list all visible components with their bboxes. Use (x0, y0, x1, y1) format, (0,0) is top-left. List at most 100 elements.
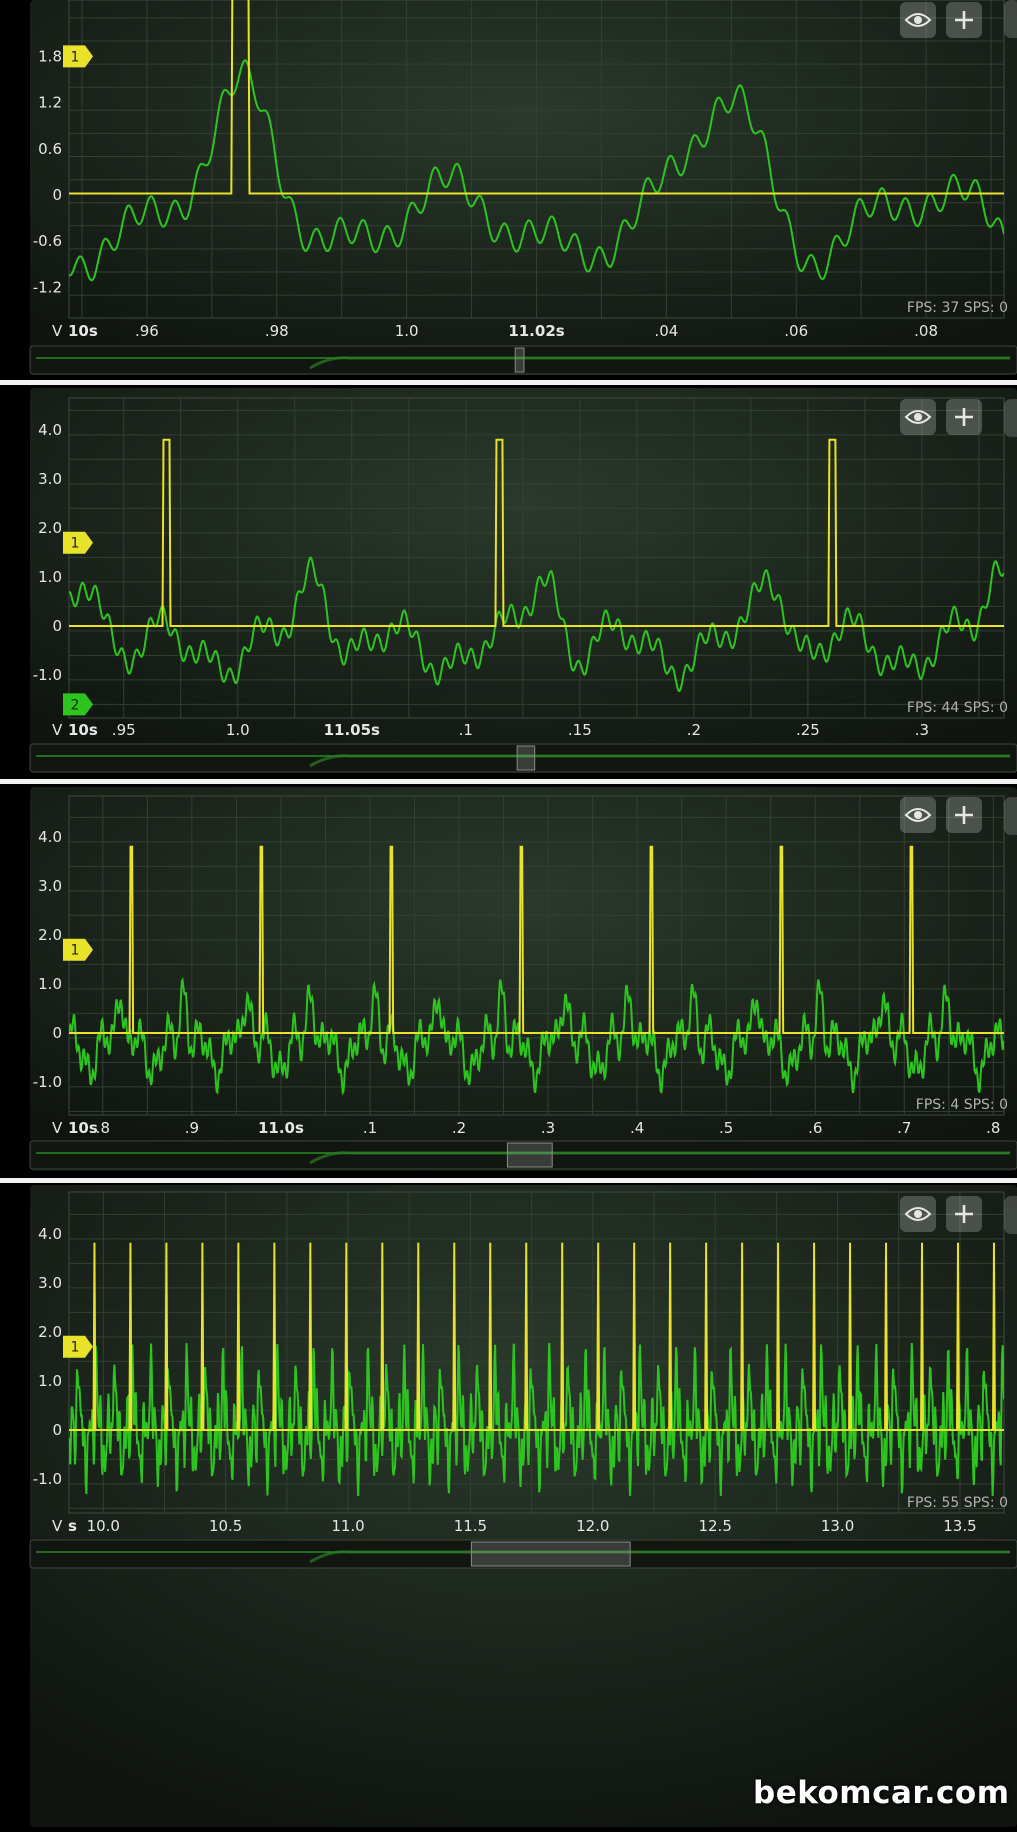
add-channel-button[interactable] (946, 2, 982, 38)
x-tick-label: .2 (687, 721, 701, 739)
y-tick-label: 2.0 (38, 1323, 62, 1341)
scope-panel-3: 4.0 3.0 2.0 1.0 0 -1.0 V 10s .8.9 11.0s .1.2.3.4.5… (0, 787, 1017, 1176)
channel-2-marker-label: 2 (71, 697, 80, 713)
scope-panel-1: 1.8 1.2 0.6 0 -0.6 -1.2 V 10s .96 .98 1.0 11.02s .04… (0, 0, 1017, 380)
plus-icon (955, 1205, 973, 1223)
left-margin (0, 787, 30, 1176)
overview-scroll-thumb (506, 1142, 553, 1168)
x-tick-label: .4 (630, 1119, 644, 1137)
x-unit-label: V (52, 1517, 63, 1535)
visibility-button[interactable] (900, 399, 936, 435)
y-tick-label: 0 (52, 617, 62, 635)
scope-chart-3[interactable]: 4.03.02.01.00-1.0V 10s.8.9 11.0s .1.2.3.4.5… (0, 787, 1017, 1176)
side-panel-tab[interactable] (1004, 399, 1017, 437)
left-margin (0, 1185, 30, 1832)
x-tick-label: .06 (784, 322, 808, 340)
y-tick-label: 1.0 (38, 568, 62, 586)
x-tick-label: .1 (363, 1119, 377, 1137)
eye-icon (904, 1207, 932, 1221)
eye-icon (904, 13, 932, 27)
x-tick-label: 1.0 (395, 322, 419, 340)
x-tick-label: 13.5 (943, 1517, 976, 1535)
x-tick-label: 11.0 (331, 1517, 364, 1535)
y-tick-label: -1.2 (33, 278, 62, 296)
side-panel-tab[interactable] (1004, 0, 1017, 38)
x-tick-label: .7 (897, 1119, 911, 1137)
plot-background (30, 1185, 1017, 1827)
x-tick-label: 11.5 (454, 1517, 487, 1535)
channel-1-marker-label: 1 (71, 943, 80, 959)
x-tick-label: .8 (96, 1119, 110, 1137)
fps-sps-readout: FPS: 4 SPS: 0 (916, 1097, 1008, 1113)
x-tick-label: .3 (915, 721, 929, 739)
scope-chart-1[interactable]: 1.8 1.2 0.6 0 -0.6 -1.2 V 10s .96 .98 1.0 11.02s .04… (0, 0, 1017, 380)
channel-1-marker-label: 1 (71, 536, 80, 552)
add-channel-button[interactable] (946, 399, 982, 435)
y-tick-label: 4.0 (38, 828, 62, 846)
x-tick-label: 11.0s (258, 1119, 304, 1137)
x-tick-label: .2 (452, 1119, 466, 1137)
x-unit-label: V (52, 322, 63, 340)
visibility-button[interactable] (900, 797, 936, 833)
y-tick-label: 1.0 (38, 975, 62, 993)
fps-sps-readout: FPS: 37 SPS: 0 (907, 300, 1008, 316)
x-tick-label: .8 (986, 1119, 1000, 1137)
plot-background (30, 388, 1017, 773)
eye-icon (904, 808, 932, 822)
y-tick-label: 0 (52, 1024, 62, 1042)
scope-panel-2: 4.0 3.0 2.0 1.0 0 -1.0 V 10s .95 1.0 11.05s .1 .15 .2… (0, 388, 1017, 778)
y-tick-label: -0.6 (33, 232, 62, 250)
overview-scroll-thumb (514, 347, 525, 373)
plot-background (30, 0, 1017, 375)
add-channel-button[interactable] (946, 797, 982, 833)
x-tick-label: .9 (185, 1119, 199, 1137)
x-tick-label: 13.0 (821, 1517, 854, 1535)
eye-icon (904, 410, 932, 424)
y-tick-label: 3.0 (38, 877, 62, 895)
x-tick-label: .25 (796, 721, 820, 739)
x-tick-label: .6 (808, 1119, 822, 1137)
x-tick-label: .15 (568, 721, 592, 739)
fps-sps-readout: FPS: 55 SPS: 0 (907, 1495, 1008, 1511)
overview-scroll-thumb (516, 745, 536, 771)
y-tick-label: 3.0 (38, 470, 62, 488)
y-tick-label: 2.0 (38, 519, 62, 537)
x-tick-label: 10.5 (209, 1517, 242, 1535)
plus-icon (955, 408, 973, 426)
panel-divider (0, 779, 1017, 784)
side-panel-tab[interactable] (1004, 797, 1017, 835)
panel-divider (0, 1178, 1017, 1183)
y-tick-label: 0.6 (38, 140, 62, 158)
left-margin (0, 0, 30, 380)
y-tick-label: 4.0 (38, 1225, 62, 1243)
x-tick-label: .08 (914, 322, 938, 340)
scope-chart-2[interactable]: 4.0 3.0 2.0 1.0 0 -1.0 V 10s .95 1.0 11.05s .1 .15 .2… (0, 388, 1017, 778)
plus-icon (955, 11, 973, 29)
y-tick-label: 4.0 (38, 421, 62, 439)
visibility-button[interactable] (900, 2, 936, 38)
fps-sps-readout: FPS: 44 SPS: 0 (907, 700, 1008, 716)
y-tick-label: -1.0 (33, 1470, 62, 1488)
x-unit-label: V (52, 721, 63, 739)
x-tick-label: 12.5 (698, 1517, 731, 1535)
y-tick-label: 3.0 (38, 1274, 62, 1292)
plus-icon (955, 806, 973, 824)
y-tick-label: 1.2 (38, 94, 62, 112)
side-panel-tab[interactable] (1004, 1196, 1017, 1234)
y-tick-label: -1.0 (33, 1073, 62, 1091)
visibility-button[interactable] (900, 1196, 936, 1232)
add-channel-button[interactable] (946, 1196, 982, 1232)
x-tick-label: 11.02s (508, 322, 564, 340)
watermark: bekomcar.com (753, 1775, 1010, 1811)
scope-chart-4[interactable]: 4.0 3.0 2.0 1.0 0 -1.0 V s 10.0 10.5 11.0 11.5 12.0 1… (0, 1185, 1017, 1832)
channel-1-marker-label: 1 (71, 1340, 80, 1356)
x-tick-label: 11.05s (324, 721, 380, 739)
x-tick-label: .95 (112, 721, 136, 739)
x-tick-label: .04 (654, 322, 678, 340)
x-major-label: 10s (68, 322, 98, 340)
y-tick-label: 1.8 (38, 47, 62, 65)
x-major-label: 10s (68, 721, 98, 739)
x-tick-label: 10.0 (87, 1517, 120, 1535)
y-tick-label: 0 (52, 186, 62, 204)
x-tick-label: .98 (265, 322, 289, 340)
